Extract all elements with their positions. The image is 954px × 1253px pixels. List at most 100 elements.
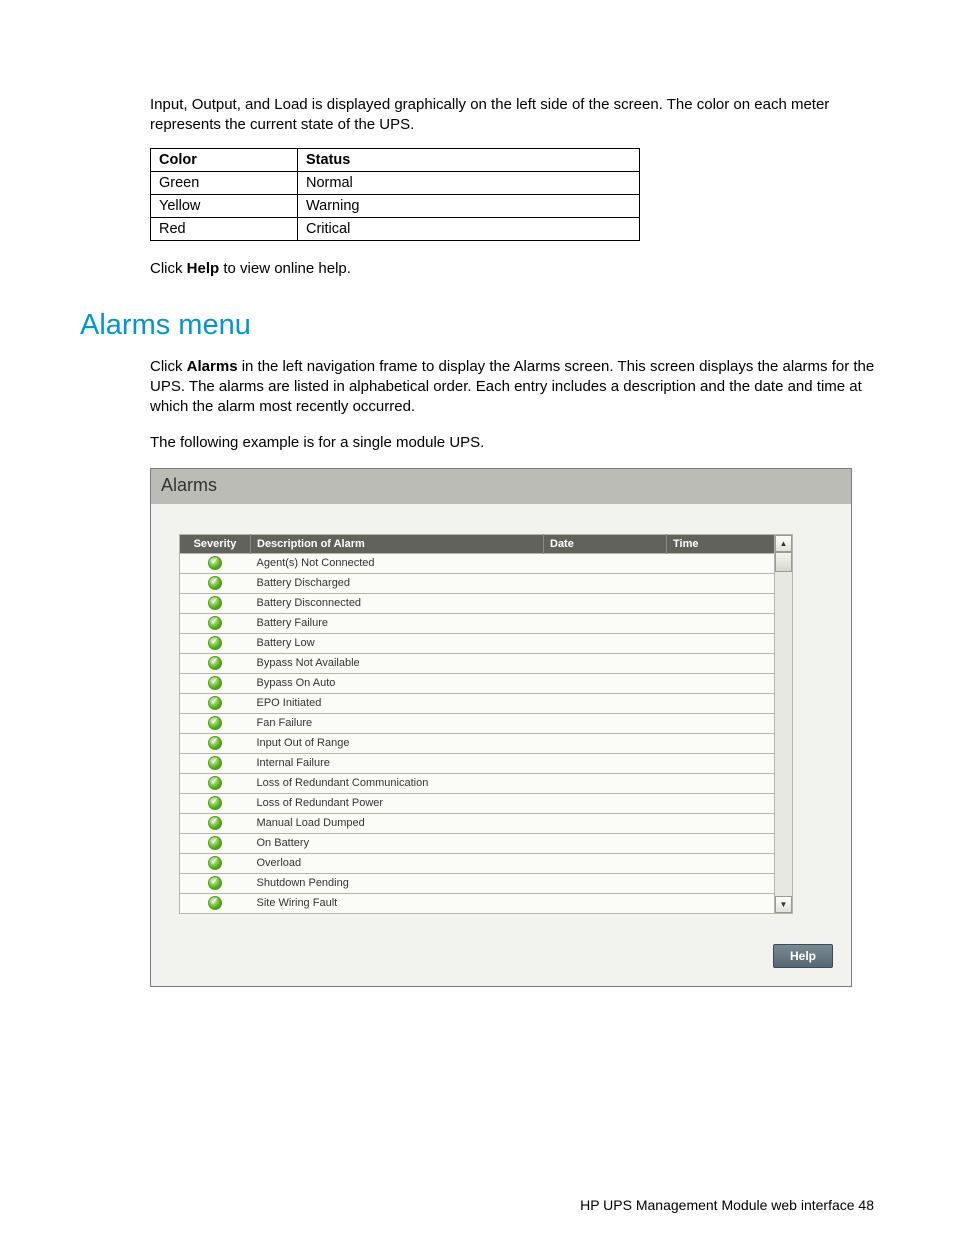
description-cell: Battery Low xyxy=(251,633,544,653)
severity-cell xyxy=(180,753,251,773)
ok-icon xyxy=(208,896,222,910)
alarm-row[interactable]: Bypass Not Available xyxy=(180,653,775,673)
description-cell: On Battery xyxy=(251,833,544,853)
time-cell xyxy=(667,613,775,633)
help-button[interactable]: Help xyxy=(773,944,833,968)
alarm-row[interactable]: Site Wiring Fault xyxy=(180,893,775,913)
alarm-row[interactable]: Internal Failure xyxy=(180,753,775,773)
severity-cell xyxy=(180,673,251,693)
time-cell xyxy=(667,673,775,693)
col-time-header[interactable]: Time xyxy=(667,534,775,553)
color-status-table: Color Status Green Normal Yellow Warning… xyxy=(150,148,640,241)
scroll-thumb[interactable] xyxy=(775,552,792,572)
ok-icon xyxy=(208,836,222,850)
time-cell xyxy=(667,853,775,873)
alarm-row[interactable]: On Battery xyxy=(180,833,775,853)
severity-cell xyxy=(180,713,251,733)
description-cell: Bypass On Auto xyxy=(251,673,544,693)
date-cell xyxy=(544,873,667,893)
alarm-row[interactable]: Fan Failure xyxy=(180,713,775,733)
time-cell xyxy=(667,573,775,593)
alarm-row[interactable]: Battery Failure xyxy=(180,613,775,633)
severity-cell xyxy=(180,633,251,653)
alarm-row[interactable]: Input Out of Range xyxy=(180,733,775,753)
time-cell xyxy=(667,893,775,913)
description-cell: Battery Discharged xyxy=(251,573,544,593)
date-cell xyxy=(544,693,667,713)
status-header: Status xyxy=(298,148,640,171)
ok-icon xyxy=(208,656,222,670)
alarm-row[interactable]: Overload xyxy=(180,853,775,873)
severity-cell xyxy=(180,773,251,793)
date-cell xyxy=(544,673,667,693)
ok-icon xyxy=(208,756,222,770)
alarm-row[interactable]: Shutdown Pending xyxy=(180,873,775,893)
date-cell xyxy=(544,593,667,613)
description-cell: EPO Initiated xyxy=(251,693,544,713)
time-cell xyxy=(667,633,775,653)
alarms-table: Severity Description of Alarm Date Time … xyxy=(179,534,775,914)
status-cell: Normal xyxy=(298,171,640,194)
severity-cell xyxy=(180,593,251,613)
status-cell: Warning xyxy=(298,194,640,217)
description-cell: Loss of Redundant Communication xyxy=(251,773,544,793)
description-cell: Internal Failure xyxy=(251,753,544,773)
scroll-down-button[interactable]: ▼ xyxy=(775,896,792,913)
time-cell xyxy=(667,773,775,793)
page-footer: HP UPS Management Module web interface 4… xyxy=(80,1197,874,1213)
time-cell xyxy=(667,553,775,573)
severity-cell xyxy=(180,553,251,573)
alarm-row[interactable]: Manual Load Dumped xyxy=(180,813,775,833)
severity-cell xyxy=(180,873,251,893)
ok-icon xyxy=(208,696,222,710)
col-severity-header[interactable]: Severity xyxy=(180,534,251,553)
time-cell xyxy=(667,873,775,893)
col-description-header[interactable]: Description of Alarm xyxy=(251,534,544,553)
col-date-header[interactable]: Date xyxy=(544,534,667,553)
alarm-row[interactable]: Bypass On Auto xyxy=(180,673,775,693)
severity-cell xyxy=(180,573,251,593)
alarms-paragraph-2: The following example is for a single mo… xyxy=(150,433,884,453)
description-cell: Agent(s) Not Connected xyxy=(251,553,544,573)
ok-icon xyxy=(208,736,222,750)
alarms-paragraph-1: Click Alarms in the left navigation fram… xyxy=(150,357,884,418)
alarm-row[interactable]: Loss of Redundant Power xyxy=(180,793,775,813)
date-cell xyxy=(544,573,667,593)
alarm-row[interactable]: Battery Disconnected xyxy=(180,593,775,613)
alarms-screenshot: Alarms Severity Description of Alarm Dat… xyxy=(150,468,852,987)
date-cell xyxy=(544,833,667,853)
alarm-row[interactable]: Agent(s) Not Connected xyxy=(180,553,775,573)
date-cell xyxy=(544,713,667,733)
time-cell xyxy=(667,593,775,613)
ok-icon xyxy=(208,576,222,590)
alarms-menu-heading: Alarms menu xyxy=(80,309,884,342)
date-cell xyxy=(544,653,667,673)
description-cell: Site Wiring Fault xyxy=(251,893,544,913)
severity-cell xyxy=(180,893,251,913)
description-cell: Fan Failure xyxy=(251,713,544,733)
scrollbar[interactable]: ▲ ▼ xyxy=(775,534,793,914)
date-cell xyxy=(544,613,667,633)
ok-icon xyxy=(208,716,222,730)
ok-icon xyxy=(208,816,222,830)
date-cell xyxy=(544,773,667,793)
severity-cell xyxy=(180,653,251,673)
alarm-row[interactable]: Loss of Redundant Communication xyxy=(180,773,775,793)
ok-icon xyxy=(208,616,222,630)
alarm-row[interactable]: Battery Low xyxy=(180,633,775,653)
time-cell xyxy=(667,833,775,853)
date-cell xyxy=(544,733,667,753)
alarms-bold: Alarms xyxy=(187,358,238,375)
alarm-row[interactable]: EPO Initiated xyxy=(180,693,775,713)
scroll-up-button[interactable]: ▲ xyxy=(775,535,792,552)
date-cell xyxy=(544,633,667,653)
date-cell xyxy=(544,813,667,833)
severity-cell xyxy=(180,833,251,853)
time-cell xyxy=(667,793,775,813)
help-line: Click Help to view online help. xyxy=(150,259,884,279)
description-cell: Input Out of Range xyxy=(251,733,544,753)
alarm-row[interactable]: Battery Discharged xyxy=(180,573,775,593)
date-cell xyxy=(544,853,667,873)
ok-icon xyxy=(208,676,222,690)
intro-paragraph: Input, Output, and Load is displayed gra… xyxy=(150,95,884,136)
